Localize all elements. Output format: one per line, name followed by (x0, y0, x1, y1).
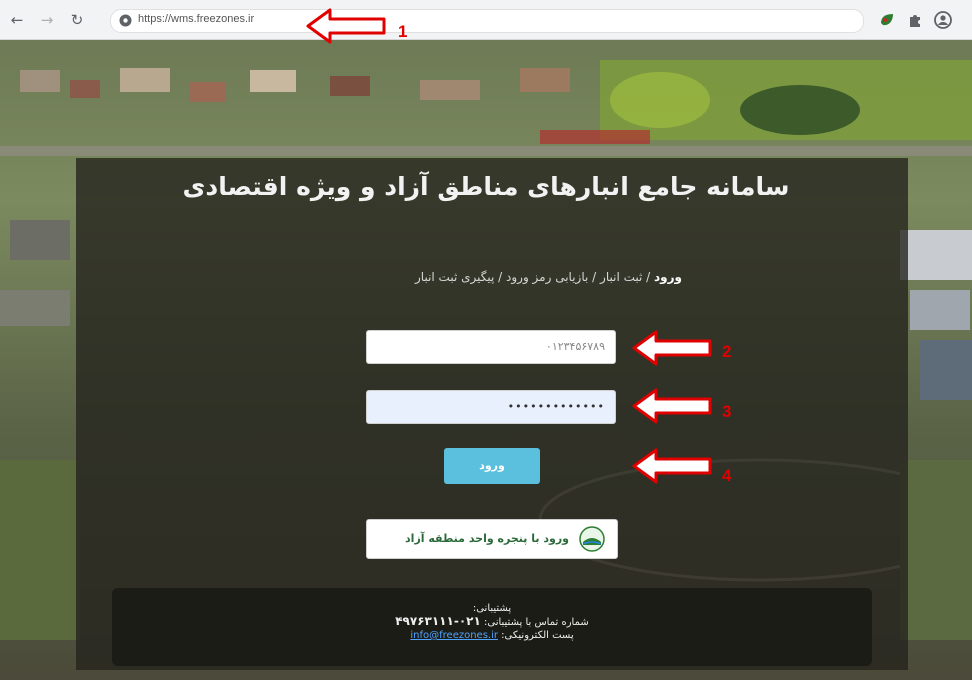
site-info-icon[interactable] (119, 14, 132, 27)
reload-icon[interactable]: ↻ (68, 11, 86, 29)
nav-register-warehouse[interactable]: ثبت انبار (600, 270, 642, 284)
extension-leaf-icon[interactable] (878, 11, 896, 29)
annotation-arrow-1-icon (306, 8, 386, 44)
annotation-arrow-2-icon (632, 330, 712, 366)
support-email-row: پست الکترونیکی: info@freezones.ir (112, 629, 872, 642)
password-input[interactable]: ••••••••••••• (366, 390, 616, 424)
support-phone-number: ۰۲۱-۴۹۷۶۳۱۱۱ (395, 614, 481, 628)
back-arrow-icon[interactable]: ← (8, 11, 26, 29)
nav-login[interactable]: ورود (654, 270, 682, 284)
support-info-box: پشتیبانی: شماره تماس با پشتیبانی: ۰۲۱-۴۹… (112, 588, 872, 666)
annotation-number-4: 4 (722, 466, 732, 485)
annotation-number-2: 2 (722, 342, 732, 361)
address-bar[interactable]: https://wms.freezones.ir (110, 9, 864, 33)
support-phone-row: شماره تماس با پشتیبانی: ۰۲۱-۴۹۷۶۳۱۱۱ (112, 615, 872, 629)
nav-track-registration[interactable]: پیگیری ثبت انبار (415, 270, 494, 284)
extensions-puzzle-icon[interactable] (906, 11, 924, 29)
annotation-number-3: 3 (722, 402, 732, 421)
auth-navigation: ورود / ثبت انبار / بازیابی رمز ورود / پی… (415, 270, 682, 284)
url-text[interactable]: https://wms.freezones.ir (138, 13, 254, 25)
nav-separator: / (494, 270, 507, 284)
nav-separator: / (642, 270, 655, 284)
annotation-arrow-4-icon (632, 448, 712, 484)
forward-arrow-icon[interactable]: → (38, 11, 56, 29)
nav-separator: / (588, 270, 601, 284)
username-input[interactable]: ۰۱۲۳۴۵۶۷۸۹ (366, 330, 616, 364)
freezone-single-window-button[interactable]: ورود با پنجره واحد منطقه آزاد (366, 519, 618, 559)
freezone-button-label: ورود با پنجره واحد منطقه آزاد (405, 532, 569, 545)
page-title: سامانه جامع انبارهای مناطق آزاد و ویژه ا… (182, 172, 790, 201)
browser-toolbar: ← → ↻ https://wms.freezones.ir (0, 0, 972, 40)
support-email-label: پست الکترونیکی: (501, 630, 574, 641)
nav-recover-password[interactable]: بازیابی رمز ورود (506, 270, 588, 284)
annotation-number-1: 1 (398, 22, 408, 41)
support-heading: پشتیبانی: (472, 603, 512, 614)
support-email-link[interactable]: info@freezones.ir (410, 630, 498, 641)
freezone-logo-icon (579, 526, 605, 552)
annotation-arrow-3-icon (632, 388, 712, 424)
profile-icon[interactable] (934, 11, 952, 29)
login-button[interactable]: ورود (444, 448, 540, 484)
support-phone-label: شماره تماس با پشتیبانی: (483, 617, 589, 628)
